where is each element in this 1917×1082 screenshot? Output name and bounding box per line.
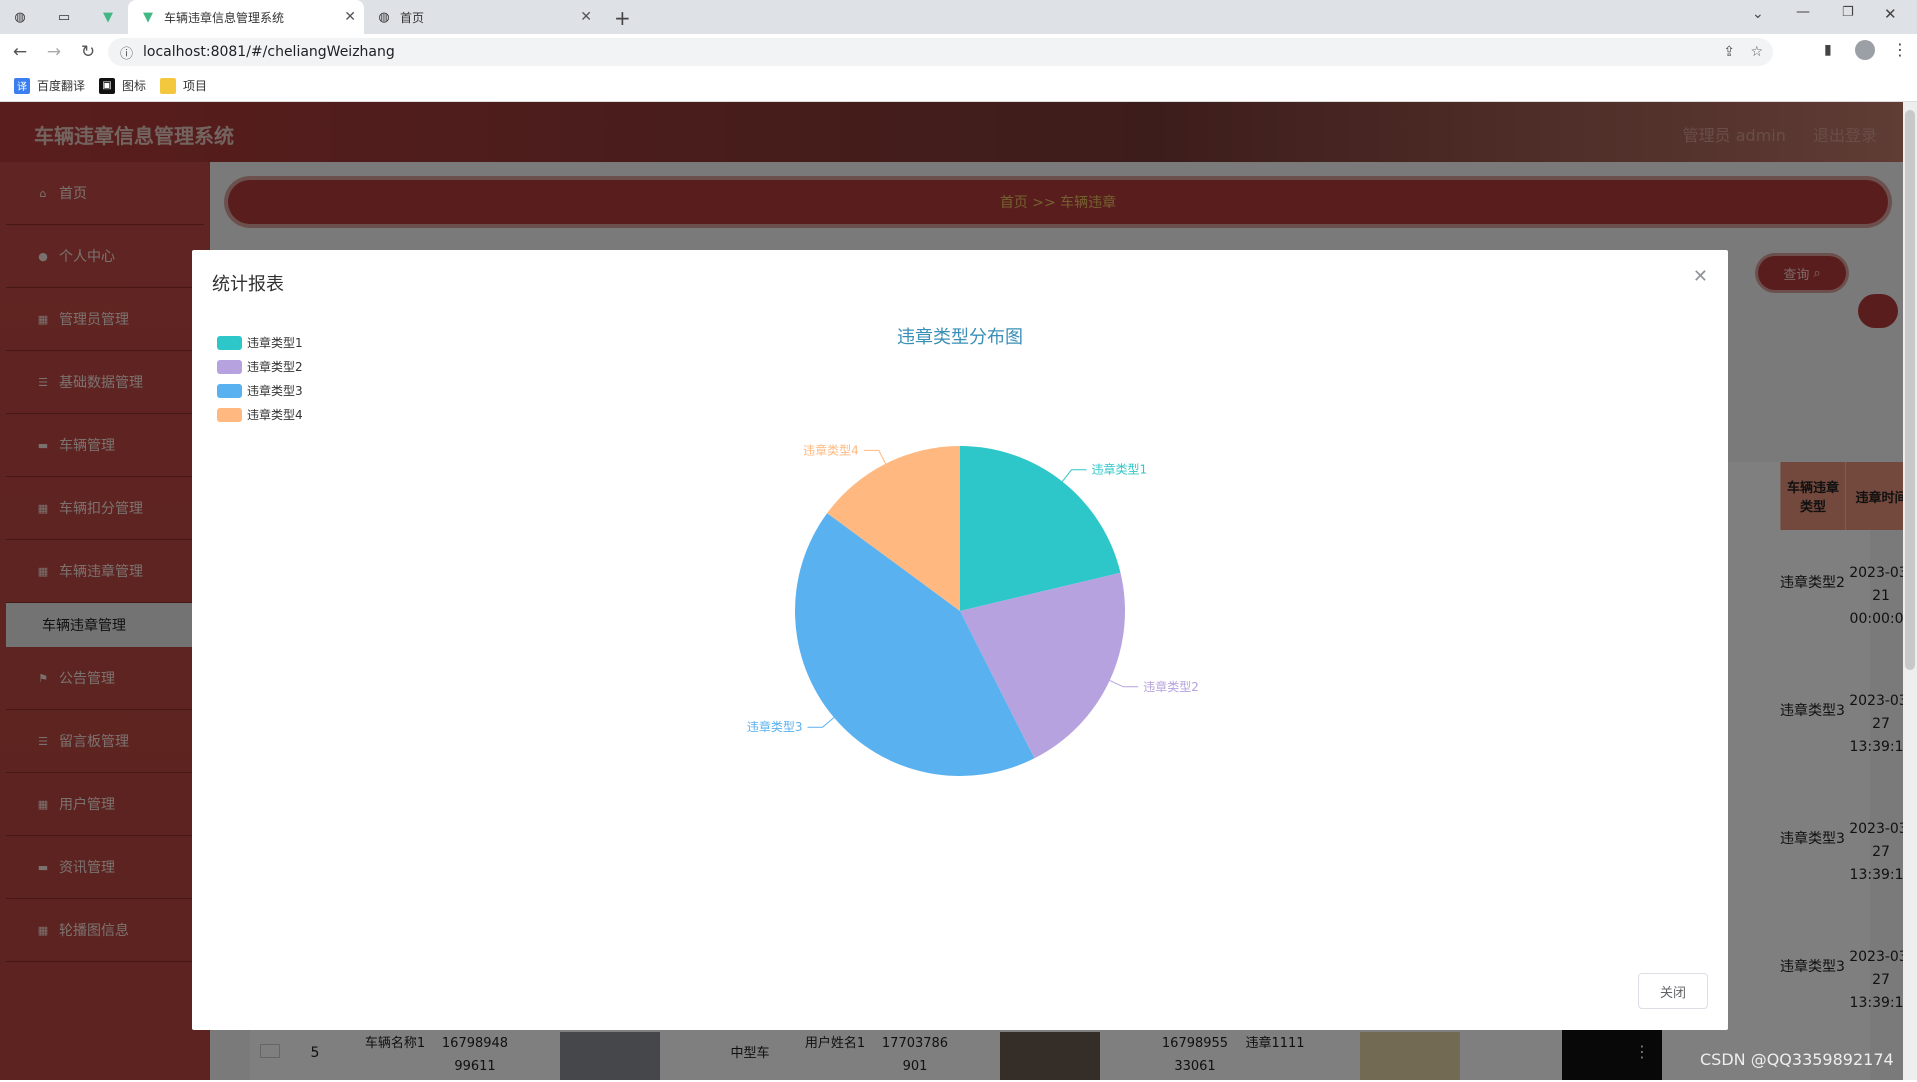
stats-dialog: 统计报表 ✕ 违章类型1 违章类型2 违章类型3 违章类型4 违章类型分布图 违章类型… (192, 250, 1728, 1030)
legend-swatch[interactable] (217, 336, 242, 350)
close-button[interactable]: 关闭 (1638, 973, 1708, 1009)
chart-legend: 违章类型1 违章类型2 违章类型3 违章类型4 (217, 335, 303, 422)
chevron-down-icon[interactable]: ⌄ (1752, 6, 1764, 22)
label-leader-line (1061, 469, 1087, 482)
window-close-button[interactable]: ✕ (1884, 5, 1897, 23)
pie-slices (794, 446, 1125, 776)
address-bar: ← → ↻ ⓘ localhost:8081/#/cheliangWeizhan… (0, 34, 1917, 70)
pie-chart: 违章类型1违章类型2违章类型3违章类型4 违章类型分布图 违章类型1违章类型2违… (217, 327, 1199, 776)
bookmark-baidu-translate[interactable]: 译百度翻译 (14, 77, 85, 94)
watermark: CSDN @QQ3359892174 (1700, 1050, 1894, 1069)
minimize-button[interactable]: — (1796, 4, 1810, 20)
legend-label[interactable]: 违章类型1 (247, 335, 303, 350)
folder-icon (160, 77, 177, 94)
slice-label: 违章类型2 (1143, 679, 1199, 694)
legend-label[interactable]: 违章类型4 (247, 407, 303, 422)
sidepanel-icon[interactable]: ▮ (1824, 42, 1832, 58)
globe-icon: ◍ (378, 9, 390, 25)
legend-swatch[interactable] (217, 384, 242, 398)
avatar[interactable] (1855, 40, 1875, 60)
label-leader-line (863, 449, 887, 464)
page-icon: ▭ (57, 9, 71, 25)
close-icon[interactable]: ✕ (580, 9, 592, 25)
globe-icon: ◍ (14, 9, 26, 25)
url-text: localhost:8081/#/cheliangWeizhang (143, 44, 395, 60)
restore-button[interactable]: ❐ (1842, 5, 1854, 20)
chart-title: 违章类型分布图 (897, 327, 1023, 348)
back-icon[interactable]: ← (6, 38, 34, 66)
bookmarks-bar: 译百度翻译 ▣ 图标 项目 (0, 70, 1917, 102)
translate-icon: 译 (14, 77, 30, 94)
star-icon[interactable]: ☆ (1750, 44, 1763, 60)
label-leader-line (807, 717, 835, 728)
legend-label[interactable]: 违章类型3 (247, 383, 303, 398)
slice-label: 违章类型3 (747, 719, 803, 734)
tab-home[interactable]: ◍ 首页 ✕ (364, 0, 600, 34)
legend-swatch[interactable] (217, 408, 242, 422)
slice-label: 违章类型4 (803, 442, 859, 457)
tab-title: 首页 (400, 10, 425, 25)
info-icon[interactable]: ⓘ (120, 43, 133, 62)
scrollbar-thumb[interactable] (1905, 110, 1915, 670)
vue-icon: ▼ (143, 9, 153, 25)
close-icon[interactable]: ✕ (344, 9, 356, 25)
menu-icon[interactable]: ⋮ (1892, 40, 1908, 59)
bookmark-icons[interactable]: ▣ 图标 (99, 77, 146, 94)
image-icon: ▣ (99, 77, 116, 94)
slice-label: 违章类型1 (1092, 462, 1148, 477)
legend-swatch[interactable] (217, 360, 242, 374)
vue-icon: ▼ (103, 9, 113, 25)
close-icon[interactable]: ✕ (1693, 266, 1708, 287)
forward-icon[interactable]: → (40, 38, 68, 66)
legend-label[interactable]: 违章类型2 (247, 359, 303, 374)
bookmark-project[interactable]: 项目 (160, 77, 207, 94)
browser-tab-bar: ◍ ▭ ▼ ▼ 车辆违章信息管理系统 ✕ ◍ 首页 ✕ + ⌄ — ❐ ✕ (0, 0, 1917, 34)
share-icon[interactable]: ⇪ (1723, 44, 1735, 60)
url-input[interactable]: ⓘ localhost:8081/#/cheliangWeizhang ⇪ ☆ (108, 38, 1773, 66)
tab-title: 车辆违章信息管理系统 (164, 10, 285, 25)
tab-pinned-2[interactable]: ▭ (44, 0, 88, 34)
tab-pinned-1[interactable]: ◍ (0, 0, 44, 34)
label-leader-line (1109, 680, 1139, 688)
tab-pinned-3[interactable]: ▼ (88, 0, 128, 34)
new-tab-button[interactable]: + (614, 6, 631, 30)
reload-icon[interactable]: ↻ (74, 38, 102, 66)
tab-active[interactable]: ▼ 车辆违章信息管理系统 ✕ (128, 0, 364, 34)
